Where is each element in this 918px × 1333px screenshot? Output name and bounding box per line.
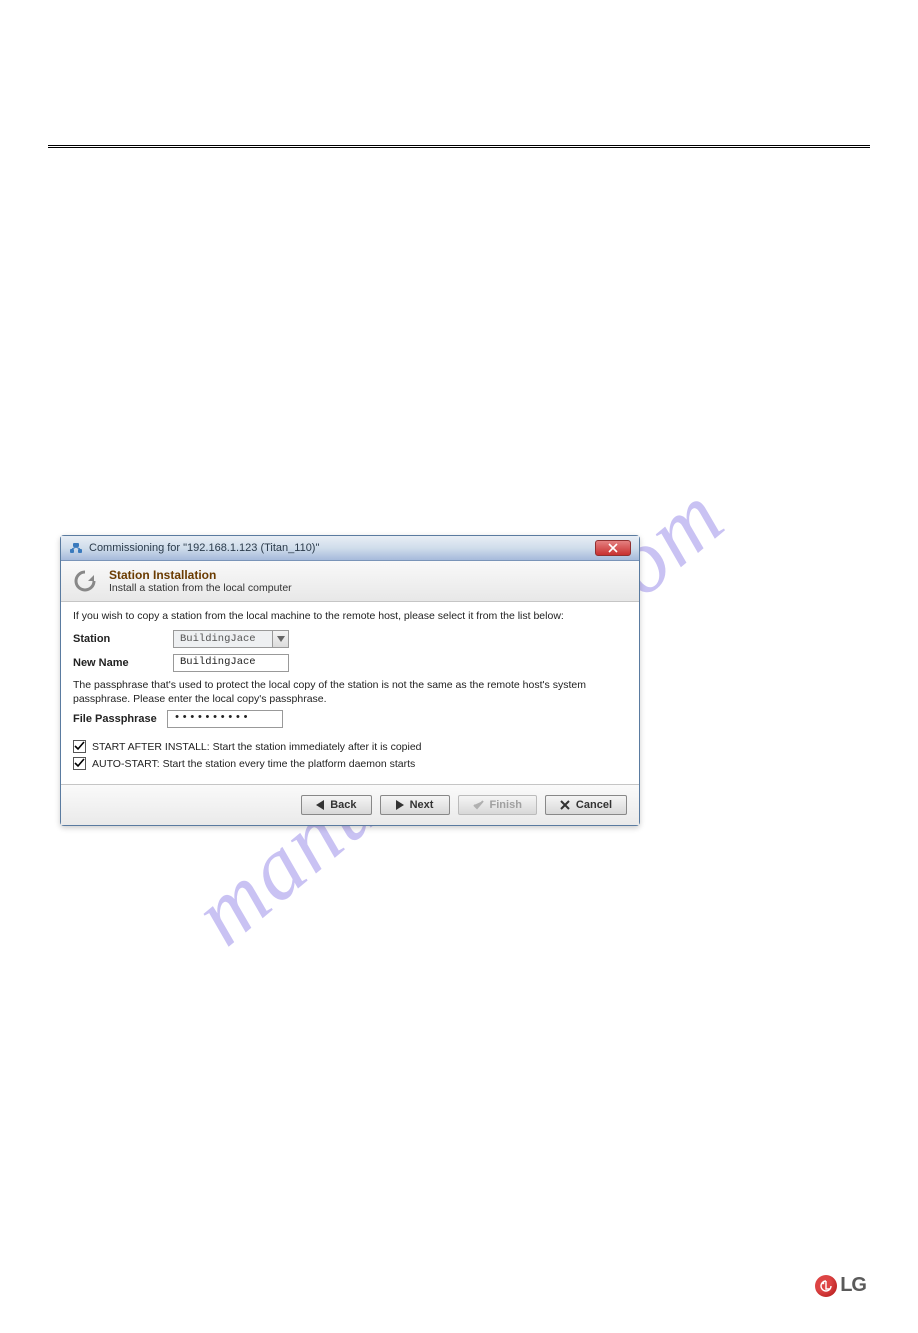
dialog-titlebar[interactable]: Commissioning for "192.168.1.123 (Titan_… xyxy=(61,536,639,561)
triangle-right-icon xyxy=(396,800,404,810)
next-button[interactable]: Next xyxy=(380,795,450,815)
dialog-header: Station Installation Install a station f… xyxy=(61,561,639,602)
passphrase-note: The passphrase that's used to protect th… xyxy=(73,678,627,706)
next-label: Next xyxy=(410,799,434,811)
dialog-title: Commissioning for "192.168.1.123 (Titan_… xyxy=(89,542,319,554)
station-value: BuildingJace xyxy=(173,630,273,648)
auto-start-label: AUTO-START: Start the station every time… xyxy=(92,758,415,770)
close-button[interactable] xyxy=(595,540,631,556)
back-label: Back xyxy=(330,799,356,811)
start-after-install-checkbox[interactable] xyxy=(73,740,86,753)
lg-logo-circle xyxy=(815,1275,837,1297)
finish-button: Finish xyxy=(458,795,537,815)
lg-logo-text: LG xyxy=(840,1274,866,1297)
cancel-label: Cancel xyxy=(576,799,612,811)
station-label: Station xyxy=(73,633,163,645)
page-divider xyxy=(48,145,870,148)
triangle-left-icon xyxy=(316,800,324,810)
dialog-body: If you wish to copy a station from the l… xyxy=(61,602,639,784)
auto-start-checkbox[interactable] xyxy=(73,757,86,770)
checkbox-row-start-after-install: START AFTER INSTALL: Start the station i… xyxy=(73,740,627,753)
checkbox-row-auto-start: AUTO-START: Start the station every time… xyxy=(73,757,627,770)
row-new-name: New Name BuildingJace xyxy=(73,654,627,672)
header-subtitle: Install a station from the local compute… xyxy=(109,582,292,594)
row-file-passphrase: File Passphrase •••••••••• xyxy=(73,710,627,728)
back-button[interactable]: Back xyxy=(301,795,371,815)
new-name-input[interactable]: BuildingJace xyxy=(173,654,289,672)
intro-text: If you wish to copy a station from the l… xyxy=(73,610,627,622)
file-passphrase-label: File Passphrase xyxy=(73,713,157,725)
station-dropdown-button[interactable] xyxy=(273,630,289,648)
finish-label: Finish xyxy=(490,799,522,811)
station-combo[interactable]: BuildingJace xyxy=(173,630,289,648)
start-after-install-label: START AFTER INSTALL: Start the station i… xyxy=(92,741,422,753)
check-icon xyxy=(473,800,484,810)
row-station: Station BuildingJace xyxy=(73,630,627,648)
cancel-button[interactable]: Cancel xyxy=(545,795,627,815)
refresh-icon xyxy=(71,567,99,595)
header-title: Station Installation xyxy=(109,568,292,582)
app-icon xyxy=(69,541,83,555)
x-icon xyxy=(560,800,570,810)
commissioning-dialog: Commissioning for "192.168.1.123 (Titan_… xyxy=(60,535,640,826)
lg-logo: LG xyxy=(815,1274,866,1297)
button-bar: Back Next Finish Cancel xyxy=(61,784,639,825)
new-name-label: New Name xyxy=(73,657,163,669)
file-passphrase-input[interactable]: •••••••••• xyxy=(167,710,283,728)
